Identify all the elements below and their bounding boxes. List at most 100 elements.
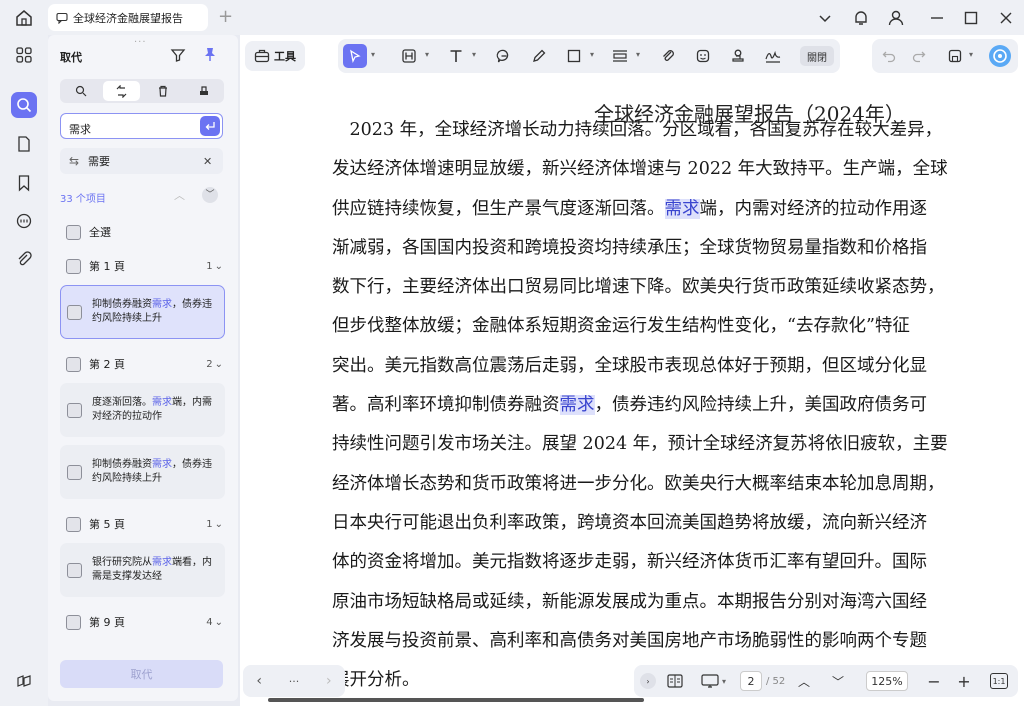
zoom-level[interactable]: 125% bbox=[866, 671, 908, 691]
stamp-tool[interactable] bbox=[726, 44, 750, 68]
select-tool[interactable] bbox=[343, 44, 367, 68]
page-group-row[interactable]: 第 2 頁 2 ⌄ bbox=[60, 347, 225, 381]
chevron-down-icon[interactable]: ▾ bbox=[425, 50, 429, 59]
chevron-down-icon[interactable]: ▾ bbox=[722, 671, 726, 691]
text-tool[interactable] bbox=[444, 44, 468, 68]
measure-tool[interactable] bbox=[608, 44, 632, 68]
home-icon[interactable] bbox=[14, 8, 34, 28]
mode-redact[interactable] bbox=[185, 81, 222, 101]
sidebar-toggle-button[interactable] bbox=[11, 668, 37, 694]
horizontal-scrollbar[interactable] bbox=[268, 698, 644, 702]
search-icon bbox=[17, 98, 32, 113]
new-tab-button[interactable]: + bbox=[218, 8, 233, 26]
replace-field[interactable]: ⇆ 需要 ✕ bbox=[60, 148, 223, 174]
chevron-down-icon[interactable]: ▾ bbox=[969, 50, 973, 59]
pages-button[interactable] bbox=[11, 131, 37, 157]
checkbox[interactable] bbox=[67, 562, 82, 578]
prev-page-icon[interactable]: ︿ bbox=[796, 671, 812, 691]
checkbox[interactable] bbox=[67, 304, 82, 320]
result-item[interactable]: 度逐渐回落。需求端，内需对经济的拉动作 bbox=[60, 383, 225, 437]
zoom-in-icon[interactable]: + bbox=[956, 671, 972, 691]
page-group-label: 第 5 頁 bbox=[89, 518, 125, 531]
mode-search[interactable] bbox=[62, 81, 99, 101]
replace-button[interactable]: 取代 bbox=[60, 660, 223, 688]
filter-icon[interactable] bbox=[170, 47, 186, 63]
page-group-row[interactable]: 第 1 頁 1 ⌄ bbox=[60, 249, 225, 283]
pencil-tool[interactable] bbox=[527, 44, 551, 68]
chevron-down-icon[interactable]: ⌄ bbox=[215, 261, 223, 272]
clear-icon[interactable]: ✕ bbox=[203, 155, 223, 168]
page-group-row[interactable]: 第 9 頁 4 ⌄ bbox=[60, 605, 225, 639]
search-input[interactable] bbox=[60, 113, 223, 139]
attachment-tool[interactable] bbox=[656, 44, 680, 68]
signature-tool[interactable] bbox=[761, 44, 785, 68]
search-enter-button[interactable] bbox=[200, 116, 220, 136]
page-number-input[interactable]: 2 bbox=[740, 671, 762, 691]
page-layout-icon[interactable] bbox=[666, 671, 684, 691]
page-group-label: 第 2 頁 bbox=[89, 358, 125, 371]
checkbox[interactable] bbox=[66, 258, 81, 274]
chevron-down-icon[interactable]: ﹀ bbox=[202, 187, 218, 203]
search-highlight[interactable]: 需求 bbox=[559, 395, 595, 416]
chevron-down-icon[interactable]: ▾ bbox=[590, 50, 594, 59]
comments-button[interactable] bbox=[11, 208, 37, 234]
result-item[interactable]: 抑制债券融资需求，债券违约风险持续上升 bbox=[60, 445, 225, 499]
undo-icon[interactable] bbox=[882, 49, 896, 63]
actual-size-icon[interactable]: 1:1 bbox=[990, 673, 1008, 689]
chevron-down-icon[interactable]: ⌄ bbox=[215, 359, 223, 370]
chevron-down-icon[interactable]: ▾ bbox=[636, 50, 640, 59]
bookmarks-button[interactable] bbox=[11, 170, 37, 196]
checkbox[interactable] bbox=[66, 356, 81, 372]
back-icon[interactable]: ‹ bbox=[256, 673, 262, 689]
pin-icon[interactable] bbox=[202, 46, 218, 62]
collapse-up-icon[interactable]: ︿ bbox=[174, 187, 185, 203]
page-group-row[interactable]: 第 5 頁 1 ⌄ bbox=[60, 507, 225, 541]
replace-value[interactable]: 需要 bbox=[88, 153, 203, 169]
checkbox[interactable] bbox=[67, 402, 82, 418]
maximize-icon[interactable] bbox=[961, 8, 981, 28]
checkbox[interactable] bbox=[66, 516, 81, 532]
sticker-tool[interactable] bbox=[691, 44, 715, 68]
chevron-down-icon[interactable]: ▾ bbox=[371, 50, 375, 59]
chevron-down-icon[interactable]: ⌄ bbox=[215, 617, 223, 628]
mode-delete[interactable] bbox=[144, 81, 181, 101]
save-icon[interactable] bbox=[947, 48, 963, 64]
replace-icon bbox=[116, 84, 127, 98]
bell-icon[interactable] bbox=[851, 8, 871, 28]
forward-icon[interactable]: › bbox=[326, 673, 332, 689]
ai-assistant-icon[interactable] bbox=[988, 44, 1012, 68]
more-button[interactable]: ··· bbox=[289, 675, 300, 688]
search-highlight[interactable]: 需求 bbox=[664, 198, 700, 219]
comment-tool[interactable] bbox=[492, 44, 516, 68]
chevron-down-icon[interactable]: ▾ bbox=[472, 50, 476, 59]
zoom-out-icon[interactable]: − bbox=[926, 671, 942, 691]
highlight-tool[interactable] bbox=[397, 44, 421, 68]
close-toolbar-button[interactable]: 關閉 bbox=[800, 46, 834, 66]
checkbox[interactable] bbox=[67, 464, 82, 480]
tools-button[interactable]: 工具 bbox=[245, 41, 305, 71]
result-item[interactable]: 抑制债券融资需求，债券违约风险持续上升 bbox=[60, 285, 225, 339]
search-rail-button[interactable] bbox=[11, 92, 37, 118]
mode-replace[interactable] bbox=[103, 81, 140, 101]
close-icon[interactable] bbox=[996, 8, 1016, 28]
chevron-down-icon[interactable] bbox=[815, 8, 835, 28]
document-view[interactable]: 全球经济金融展望报告（2024年） 2023 年，全球经济增长动力持续回落。分区… bbox=[240, 35, 1024, 706]
redo-icon[interactable] bbox=[912, 49, 926, 63]
minimize-icon[interactable] bbox=[927, 8, 947, 28]
presentation-icon[interactable] bbox=[700, 671, 720, 691]
account-icon[interactable] bbox=[886, 8, 906, 28]
chevron-down-icon[interactable]: ⌄ bbox=[215, 519, 223, 530]
attachments-button[interactable] bbox=[11, 246, 37, 272]
collapse-icon[interactable]: › bbox=[640, 673, 656, 689]
grid-icon bbox=[16, 47, 32, 63]
drag-handle[interactable]: ··· bbox=[134, 37, 147, 48]
next-page-icon[interactable]: ﹀ bbox=[830, 671, 846, 691]
select-all-row[interactable]: 全選 bbox=[60, 215, 225, 249]
result-item[interactable]: 银行研究院从需求端看，内需是支撑发达经 bbox=[60, 543, 225, 597]
document-tab[interactable]: 全球经济金融展望报告 bbox=[48, 4, 208, 31]
checkbox[interactable] bbox=[66, 614, 81, 630]
result-snippet: 抑制债券融资需求，债券违约风险持续上升 bbox=[92, 299, 212, 324]
thumbnails-button[interactable] bbox=[11, 42, 37, 68]
shape-tool[interactable] bbox=[562, 44, 586, 68]
checkbox[interactable] bbox=[66, 224, 81, 240]
